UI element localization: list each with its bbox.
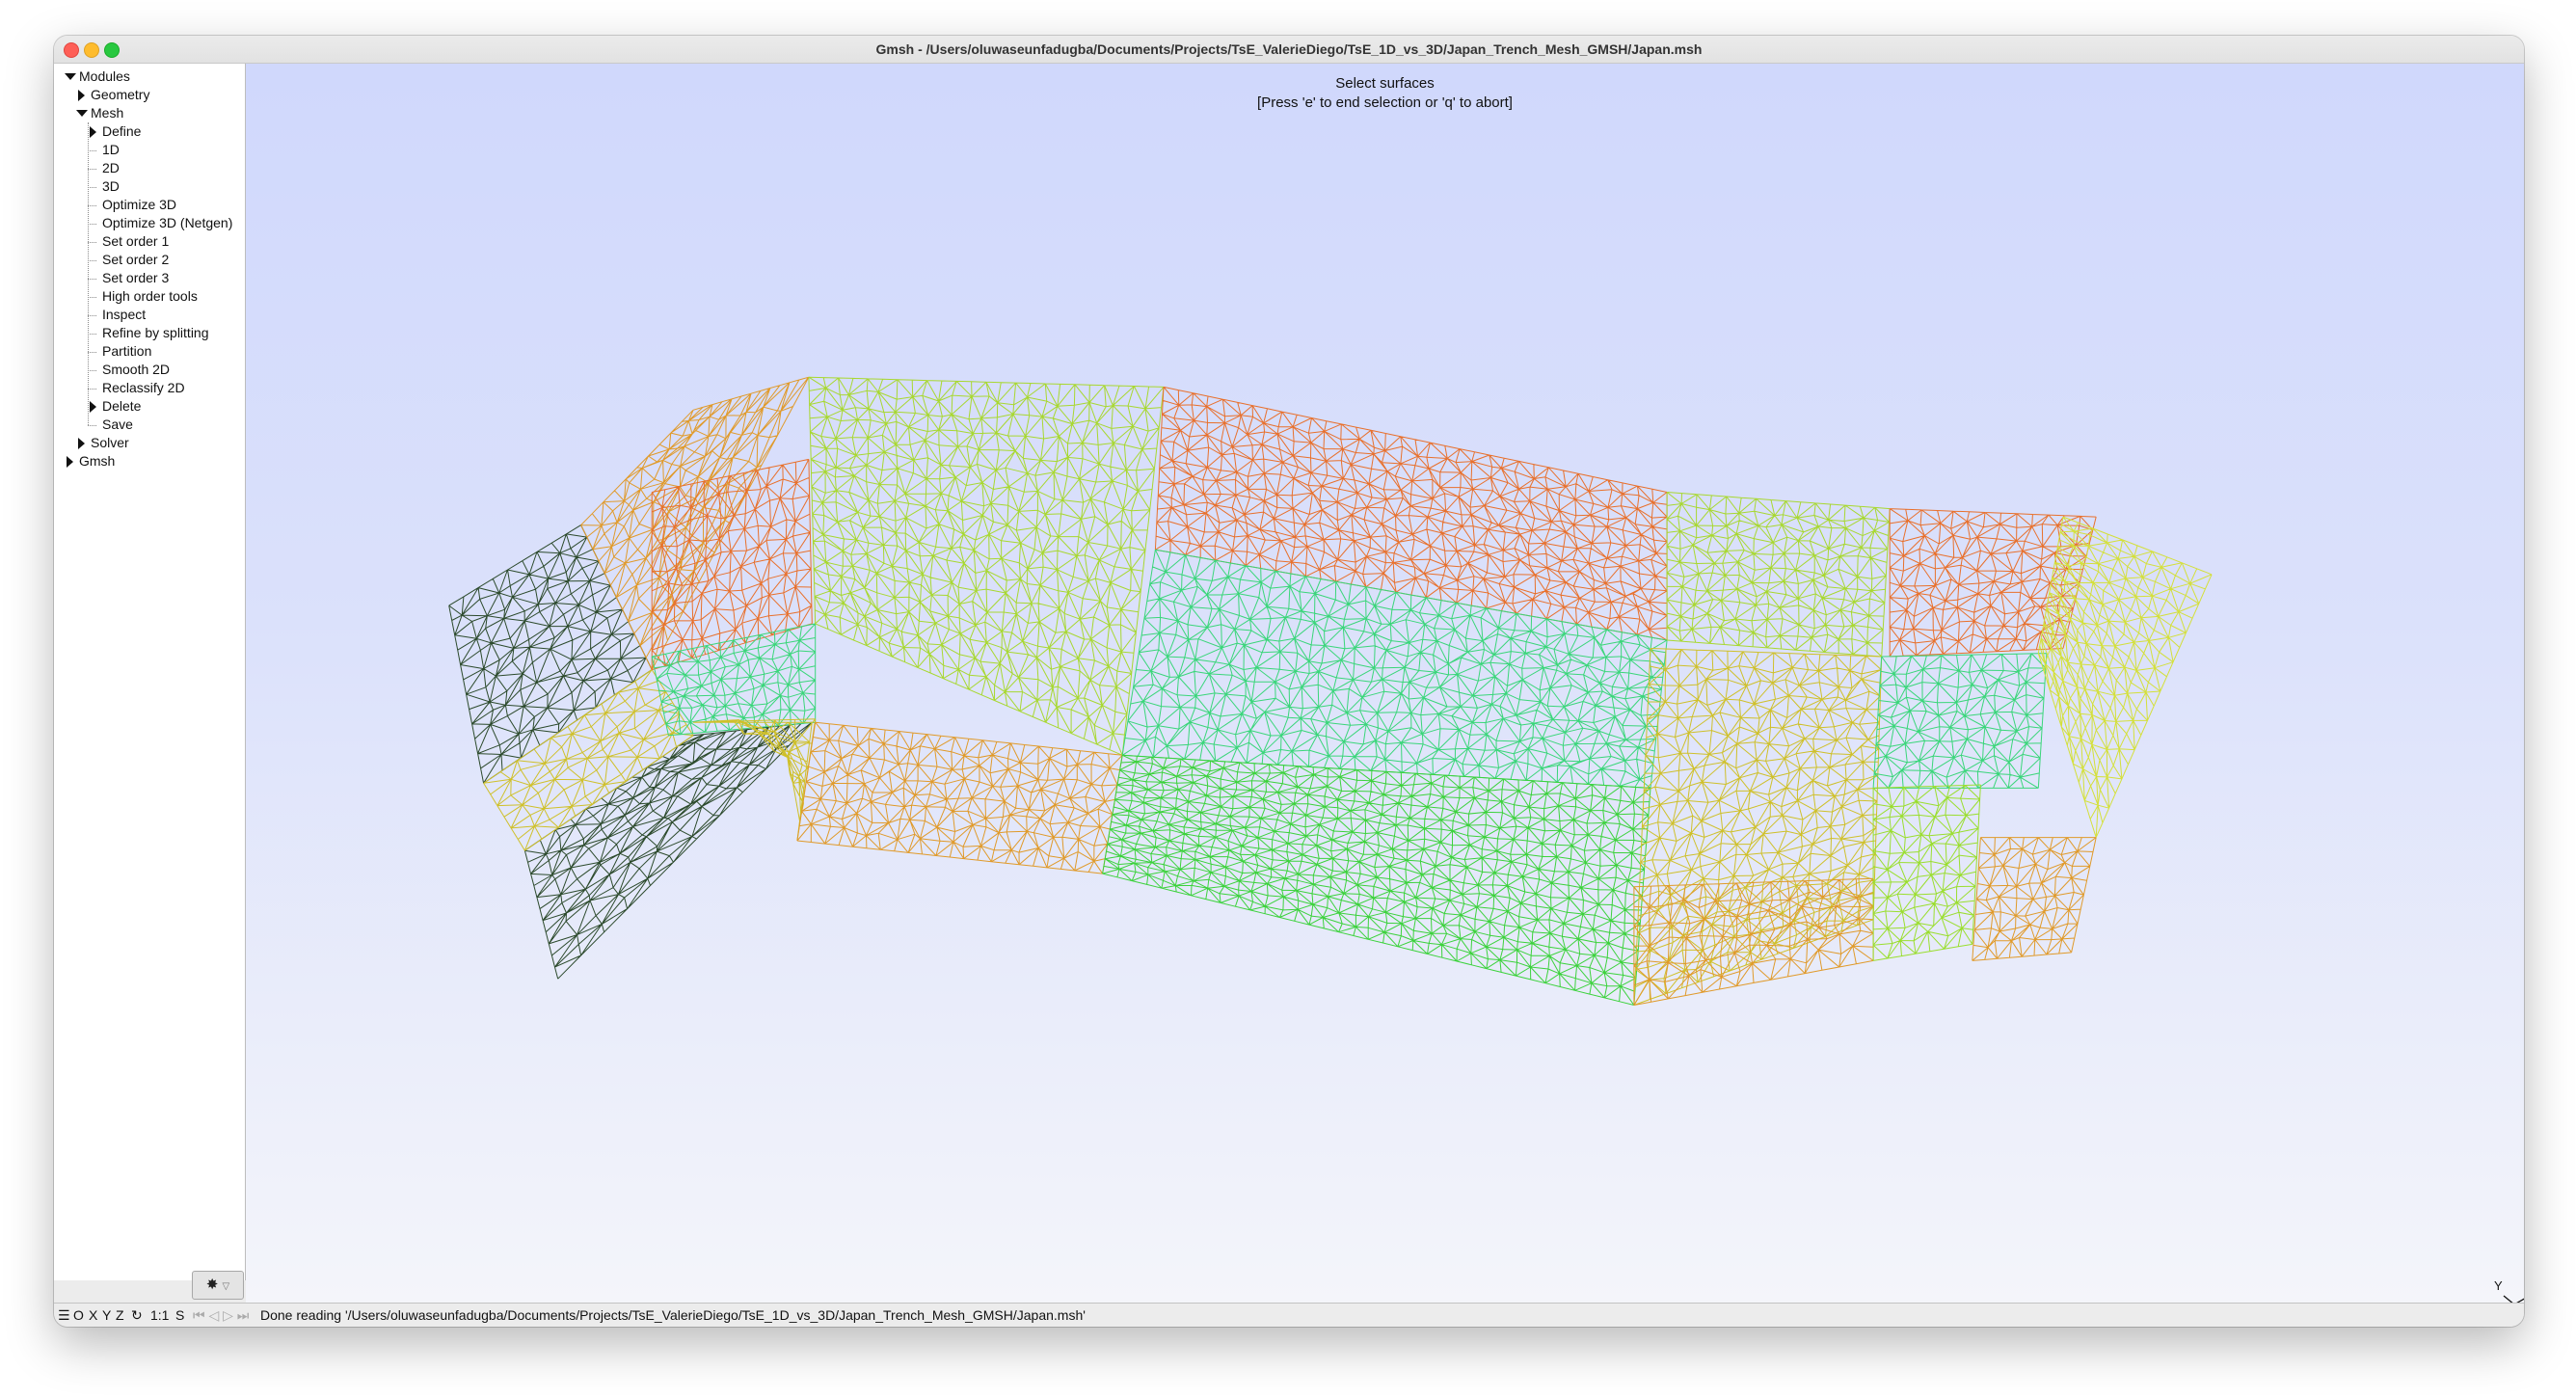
gear-icon: ✸: [205, 1277, 219, 1293]
tree-item-delete[interactable]: Delete: [102, 397, 237, 416]
axis-triad: Y Z X: [2482, 1273, 2524, 1303]
tree-item-reclassify-2d[interactable]: Reclassify 2D: [102, 379, 237, 397]
tree-item-3d[interactable]: 3D: [102, 177, 237, 196]
y-axis-label: Y: [2494, 1278, 2503, 1293]
collapsed-triangle-icon[interactable]: [90, 401, 96, 413]
surface-chartreuse-far-east[interactable]: [2037, 516, 2213, 838]
surface-west-dark[interactable]: [448, 524, 653, 784]
selection-prompt-hint: [Press 'e' to end selection or 'q' to ab…: [1257, 94, 1513, 111]
expanded-triangle-icon[interactable]: [65, 73, 76, 80]
tree-guide-line: [88, 122, 89, 425]
dropdown-arrow-icon: ▽: [222, 1281, 230, 1292]
menu-icon[interactable]: ☰: [58, 1304, 70, 1327]
collapsed-triangle-icon[interactable]: [67, 456, 73, 468]
tree-connector: [88, 260, 96, 261]
tree-item-optimize-3d-netgen[interactable]: Optimize 3D (Netgen): [102, 214, 237, 232]
tree-connector: [88, 205, 96, 206]
window-title: Gmsh - /Users/oluwaseunfadugba/Documents…: [875, 41, 1703, 57]
tree-item-set-order-3[interactable]: Set order 3: [102, 269, 237, 287]
tree-connector: [88, 150, 96, 151]
view-y-button[interactable]: Y: [102, 1304, 111, 1327]
tree-item-high-order-tools[interactable]: High order tools: [102, 287, 237, 306]
gmsh-window: Gmsh - /Users/oluwaseunfadugba/Documents…: [54, 36, 2524, 1327]
tree-connector: [88, 352, 96, 353]
collapsed-triangle-icon[interactable]: [78, 90, 85, 101]
tree-item-set-order-2[interactable]: Set order 2: [102, 251, 237, 269]
surface-central-yellow-green[interactable]: [808, 376, 1165, 756]
tree-item-optimize-3d[interactable]: Optimize 3D: [102, 196, 237, 214]
surface-teal-patch[interactable]: [651, 623, 817, 737]
tree-item-smooth-2d[interactable]: Smooth 2D: [102, 361, 237, 379]
rotate-icon[interactable]: ↻: [131, 1304, 143, 1327]
view-x-button[interactable]: X: [89, 1304, 97, 1327]
playback-controls-icon[interactable]: ⏮ ◁ ▷ ⏭: [193, 1304, 249, 1327]
tree-connector: [88, 334, 96, 335]
title-bar: Gmsh - /Users/oluwaseunfadugba/Documents…: [54, 36, 2524, 64]
tree-connector: [88, 242, 96, 243]
expanded-triangle-icon[interactable]: [76, 110, 88, 117]
tree-item-inspect[interactable]: Inspect: [102, 306, 237, 324]
select-button[interactable]: S: [175, 1304, 184, 1327]
collapsed-triangle-icon[interactable]: [78, 438, 85, 449]
status-message: Done reading '/Users/oluwaseunfadugba/Do…: [260, 1307, 1086, 1323]
tree-connector: [88, 297, 96, 298]
module-tree: ✸ ▽ Modules Geometry Mesh Define 1D 2D 3D Optimi…: [54, 64, 246, 1300]
surface-teal-east[interactable]: [1872, 653, 2048, 789]
tree-connector: [88, 187, 96, 188]
surface-amber-far-southeast[interactable]: [1972, 837, 2097, 961]
surface-yellow-green-east[interactable]: [1666, 492, 1891, 658]
view-z-button[interactable]: Z: [116, 1304, 124, 1327]
tree-item-save[interactable]: Save: [102, 416, 237, 434]
origin-button[interactable]: O: [73, 1304, 84, 1327]
tree-connector: [88, 370, 96, 371]
tree-connector: [88, 389, 96, 390]
surface-central-amber-lower[interactable]: [796, 721, 1123, 874]
tree-item-1d[interactable]: 1D: [102, 141, 237, 159]
settings-gear-button[interactable]: ✸ ▽: [192, 1271, 244, 1300]
tree-item-set-order-1[interactable]: Set order 1: [102, 232, 237, 251]
tree-connector: [88, 425, 96, 426]
tree-item-mesh[interactable]: Mesh: [91, 104, 237, 122]
tree-item-2d[interactable]: 2D: [102, 159, 237, 177]
selection-prompt-title: Select surfaces: [1335, 75, 1435, 92]
surface-northwest-orange[interactable]: [651, 458, 813, 671]
mesh-render[interactable]: [246, 64, 2524, 1303]
tree-item-refine-by-splitting[interactable]: Refine by splitting: [102, 324, 237, 342]
surface-west-south-dark[interactable]: [523, 721, 813, 980]
tree-item-solver[interactable]: Solver: [91, 434, 237, 452]
tree-connector: [88, 169, 96, 170]
surface-green-east-lower[interactable]: [1872, 784, 1981, 961]
status-bar: ☰ O X Y Z ↻ 1:1 S ⏮ ◁ ▷ ⏭ Done reading '…: [54, 1303, 2524, 1327]
graphics-viewport[interactable]: Select surfaces [Press 'e' to end select…: [246, 64, 2524, 1303]
tree-item-define[interactable]: Define: [102, 122, 237, 141]
y-axis-line: [2503, 1295, 2513, 1303]
collapsed-triangle-icon[interactable]: [90, 126, 96, 138]
tree-item-geometry[interactable]: Geometry: [91, 86, 237, 104]
tree-item-gmsh[interactable]: Gmsh: [79, 452, 237, 470]
scale-reset-button[interactable]: 1:1: [150, 1304, 169, 1327]
tree-connector: [88, 315, 96, 316]
tree-item-partition[interactable]: Partition: [102, 342, 237, 361]
surface-green-south[interactable]: [1102, 754, 1651, 1006]
tree-item-modules[interactable]: Modules: [79, 67, 237, 86]
tree-connector: [88, 279, 96, 280]
tree-connector: [88, 224, 96, 225]
